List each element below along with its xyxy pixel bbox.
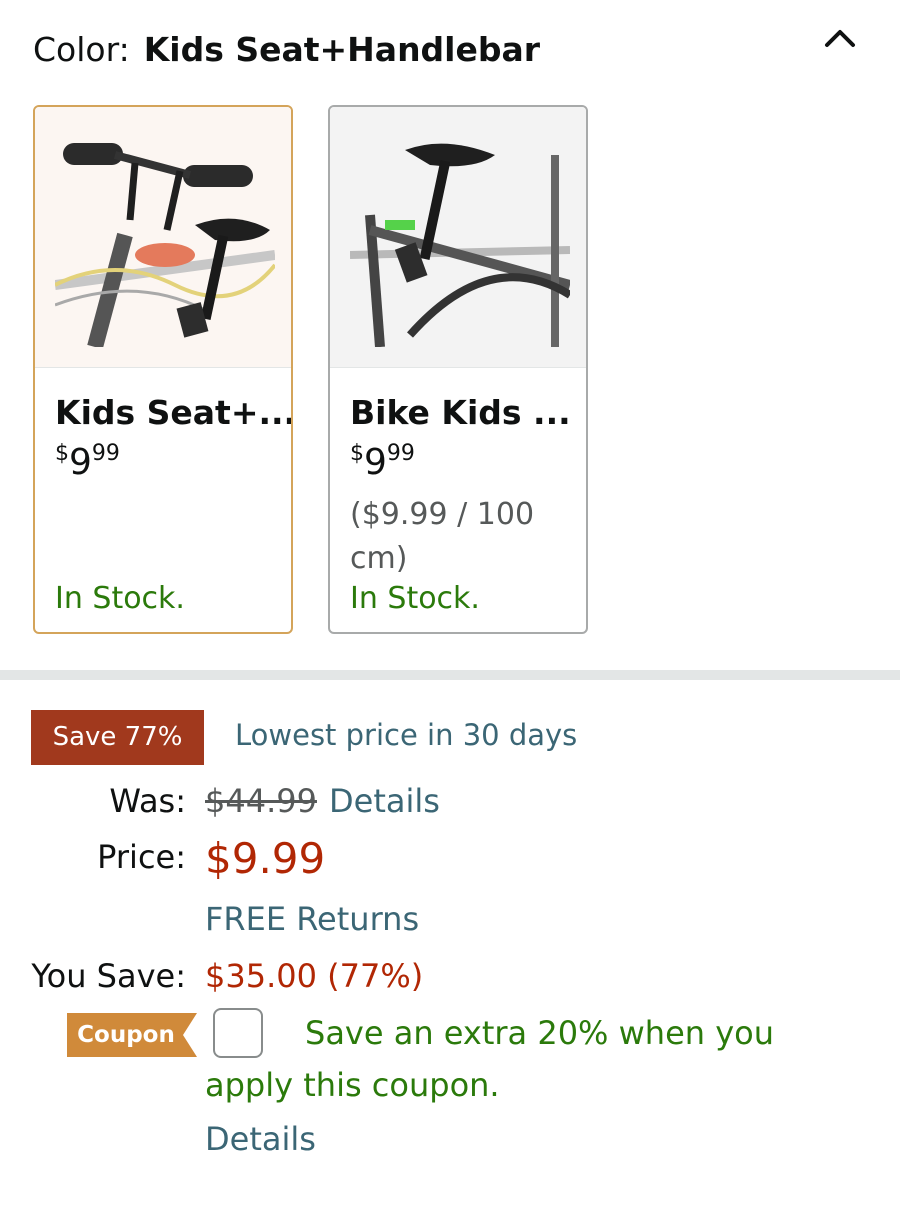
free-returns-link[interactable]: FREE Returns <box>205 900 419 938</box>
chevron-up-icon <box>825 30 855 47</box>
price-label: Price: <box>97 838 186 876</box>
color-swatch-kids-seat-handlebar[interactable]: Kids Seat+... $999 In Stock. <box>33 105 293 634</box>
swatch-image <box>35 107 291 368</box>
section-divider <box>0 670 900 680</box>
color-selector-row: Color: Kids Seat+Handlebar <box>33 30 540 70</box>
coupon-text-line1: Save an extra 20% when you <box>305 1014 775 1052</box>
color-swatch-bike-kids[interactable]: Bike Kids ... $999 ($9.99 / 100 cm) In S… <box>328 105 588 634</box>
swatch-price: $999 <box>350 441 415 483</box>
was-label: Was: <box>109 782 186 820</box>
color-label: Color: <box>33 30 130 69</box>
you-save-label: You Save: <box>31 957 186 995</box>
lowest-price-note: Lowest price in 30 days <box>235 718 578 752</box>
swatch-name: Bike Kids ... <box>350 393 571 432</box>
kids-seat-handlebar-product-image <box>55 143 275 347</box>
bike-kids-seat-product-image <box>350 143 570 347</box>
swatch-image <box>330 107 586 368</box>
was-price: $44.99 <box>205 782 317 820</box>
coupon-checkbox[interactable] <box>213 1008 263 1058</box>
coupon-badge: Coupon <box>67 1013 197 1057</box>
coupon-badge-label: Coupon <box>77 1022 175 1048</box>
swatch-stock-status: In Stock. <box>55 581 185 616</box>
you-save-value: $35.00 (77%) <box>205 957 424 995</box>
coupon-text-line2: apply this coupon. <box>205 1066 500 1104</box>
collapse-button[interactable] <box>818 18 862 58</box>
coupon-details-link[interactable]: Details <box>205 1120 316 1158</box>
swatch-stock-status: In Stock. <box>350 581 480 616</box>
swatch-price: $999 <box>55 441 120 483</box>
deal-badge: Save 77% <box>31 710 204 765</box>
current-price: $9.99 <box>205 834 326 883</box>
selected-color-value: Kids Seat+Handlebar <box>143 30 541 69</box>
swatch-unit-price: ($9.99 / 100 cm) <box>350 497 535 576</box>
swatch-name: Kids Seat+... <box>55 393 293 432</box>
price-details-link[interactable]: Details <box>329 782 440 820</box>
